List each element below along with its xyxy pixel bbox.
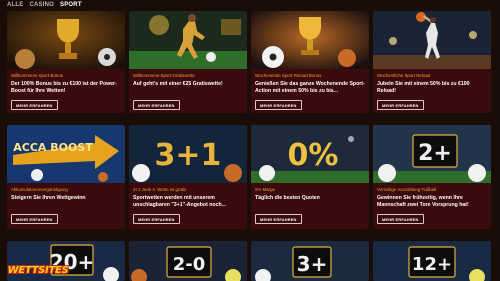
three-plus-one-image[interactable]: 3+1: [129, 125, 247, 183]
more-info-button[interactable]: MEHR ERFAHREN: [11, 100, 58, 110]
card-category: Willkommens-Sport-Bonus: [11, 73, 63, 78]
twelve-plus-text: 12+: [412, 254, 452, 275]
card-title: Sportwetten werden mit unserem unschlagb…: [133, 195, 226, 208]
promo-card: 2+ Vorzeitige Auszahlung Fußball Gewinne…: [373, 125, 491, 229]
card-category: Wochenende Sport Reload Bonus: [255, 73, 322, 78]
acca-boost-image[interactable]: ACCA BOOST: [7, 125, 125, 183]
zero-percent-text: 0%: [288, 138, 339, 173]
two-zero-text: 2-0: [173, 254, 206, 275]
more-info-button[interactable]: MEHR ERFAHREN: [377, 214, 424, 224]
more-info-button[interactable]: MEHR ERFAHREN: [255, 214, 302, 224]
acca-boost-text: ACCA BOOST: [13, 141, 93, 154]
trophy-stadium-image[interactable]: [7, 11, 125, 69]
more-info-button[interactable]: MEHR ERFAHREN: [133, 214, 180, 224]
tab-sport[interactable]: SPORT: [60, 2, 82, 8]
promo-card: 2-0: [129, 241, 247, 281]
category-tabs: ALLE CASINO SPORT: [7, 0, 82, 10]
three-plus-image[interactable]: 3+: [251, 241, 369, 281]
card-title: Jubeln Sie mit einem 50% bis zu €100 Rel…: [377, 81, 470, 94]
promo-card: Willkommens-Sport-Bonus Der 100% Bonus b…: [7, 11, 125, 113]
promo-card: 12+: [373, 241, 491, 281]
card-title: Steigern Sie Ihren Wettgewinn: [11, 195, 86, 201]
three-plus-one-text: 3+1: [155, 138, 222, 173]
more-info-button[interactable]: MEHR ERFAHREN: [255, 100, 302, 110]
two-plus-image[interactable]: 2+: [373, 125, 491, 183]
tab-alle[interactable]: ALLE: [7, 2, 23, 8]
promo-card: 3+1 3+1 Jede 4. Wette ist gratis Sportwe…: [129, 125, 247, 229]
card-category: Akkumulatorenvergünstigung: [11, 187, 68, 192]
trophy-balls-image[interactable]: [251, 11, 369, 69]
card-category: Wochentliche Sport Reload: [377, 73, 431, 78]
two-plus-text: 2+: [418, 141, 452, 166]
logo-text: WETTSITES: [7, 264, 69, 276]
card-title: Täglich die besten Quoten: [255, 195, 320, 201]
card-title: Der 100% Bonus bis zu €100 ist der Power…: [11, 81, 117, 94]
promo-card: Willkommens-Sport-Gratiswette Auf geht's…: [129, 11, 247, 113]
card-category: Willkommens-Sport-Gratiswette: [133, 73, 195, 78]
promo-card: Wochentliche Sport Reload Jubeln Sie mit…: [373, 11, 491, 113]
basketball-player-image[interactable]: [373, 11, 491, 69]
more-info-button[interactable]: MEHR ERFAHREN: [133, 100, 180, 110]
site-logo[interactable]: WETTSITES: [4, 262, 72, 278]
promo-card: Wochenende Sport Reload Bonus Genießen S…: [251, 11, 369, 113]
card-title: Gewinnen Sie frühzeitig, wenn Ihre Manns…: [377, 195, 469, 208]
two-zero-image[interactable]: 2-0: [129, 241, 247, 281]
promo-card: 0% 0% Marge Täglich die besten Quoten ME…: [251, 125, 369, 229]
card-category: 3+1 Jede 4. Wette ist gratis: [133, 187, 187, 192]
more-info-button[interactable]: MEHR ERFAHREN: [11, 214, 58, 224]
footballer-kick-image[interactable]: [129, 11, 247, 69]
card-category: Vorzeitige Auszahlung Fußball: [377, 187, 437, 192]
card-title: Genießen Sie das ganze Wochenende Sport-…: [255, 81, 365, 94]
more-info-button[interactable]: MEHR ERFAHREN: [377, 100, 424, 110]
tab-casino[interactable]: CASINO: [29, 2, 54, 8]
twelve-plus-image[interactable]: 12+: [373, 241, 491, 281]
card-category: 0% Marge: [255, 187, 276, 192]
promo-card: 3+: [251, 241, 369, 281]
three-plus-text: 3+: [297, 252, 328, 276]
card-title: Auf geht's mit einer €25 Gratiswette!: [133, 81, 223, 87]
zero-percent-image[interactable]: 0%: [251, 125, 369, 183]
promo-card: ACCA BOOST Akkumulatorenvergünstigung St…: [7, 125, 125, 229]
